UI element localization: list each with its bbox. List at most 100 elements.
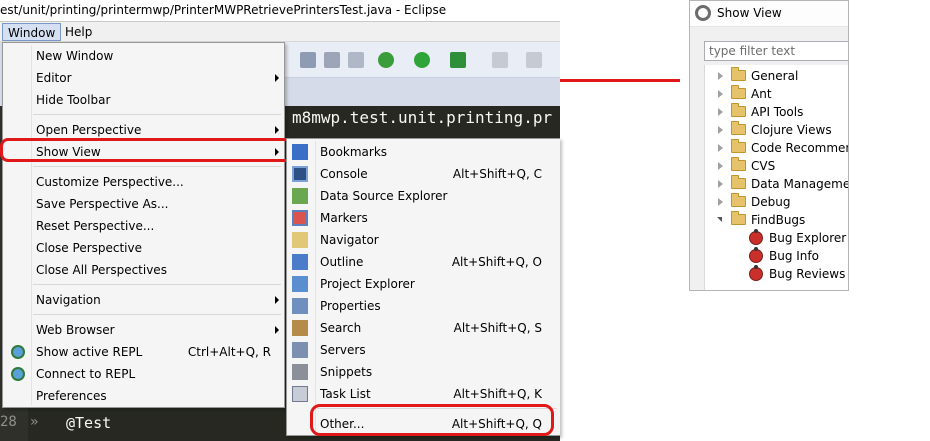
tree-node-clojure-views[interactable]: Clojure Views <box>705 121 848 139</box>
window-menu: New Window Editor Hide Toolbar Open Pers… <box>2 42 285 408</box>
tree-node-general[interactable]: General <box>705 67 848 85</box>
view-item-label: Console <box>320 167 368 181</box>
bug-icon <box>749 247 763 263</box>
menu-item-connect-repl[interactable]: Connect to REPL <box>3 363 284 385</box>
submenu-arrow-icon <box>275 296 279 304</box>
menu-item-save-perspective[interactable]: Save Perspective As... <box>3 193 284 215</box>
menu-separator <box>33 114 281 115</box>
folder-icon <box>731 139 746 153</box>
view-item-servers[interactable]: Servers <box>287 339 560 361</box>
view-item-data-source-explorer[interactable]: Data Source Explorer <box>287 185 560 207</box>
menu-item-customize-perspective[interactable]: Customize Perspective... <box>3 171 284 193</box>
view-item-label: Snippets <box>320 365 373 379</box>
tree-node-bug-explorer[interactable]: Bug Explorer <box>705 229 848 247</box>
expand-icon[interactable] <box>718 144 723 152</box>
tree-node-bug-info[interactable]: Bug Info <box>705 247 848 265</box>
view-item-task-list[interactable]: Task List Alt+Shift+Q, K <box>287 383 560 405</box>
submenu-arrow-icon <box>275 326 279 334</box>
menu-item-web-browser[interactable]: Web Browser <box>3 319 284 341</box>
menu-item-label: Hide Toolbar <box>36 93 111 107</box>
menu-item-close-perspective[interactable]: Close Perspective <box>3 237 284 259</box>
view-item-project-explorer[interactable]: Project Explorer <box>287 273 560 295</box>
console-icon <box>292 166 308 182</box>
outline-icon <box>292 254 308 270</box>
menu-window[interactable]: Window <box>2 23 62 41</box>
folder-icon <box>731 67 746 81</box>
menu-separator <box>33 166 281 167</box>
window-title: est/unit/printing/printermwp/PrinterMWPR… <box>0 0 560 22</box>
tree-node-data-management[interactable]: Data Management <box>705 175 848 193</box>
view-item-outline[interactable]: Outline Alt+Shift+Q, O <box>287 251 560 273</box>
menu-item-preferences[interactable]: Preferences <box>3 385 284 407</box>
run-icon[interactable] <box>414 52 430 68</box>
tree-node-label: Bug Explorer <box>769 231 847 245</box>
menu-item-reset-perspective[interactable]: Reset Perspective... <box>3 215 284 237</box>
package-declaration: m8mwp.test.unit.printing.pr <box>292 108 553 127</box>
tree-node-label: General <box>751 69 799 83</box>
view-item-markers[interactable]: Markers <box>287 207 560 229</box>
menu-item-navigation[interactable]: Navigation <box>3 289 284 311</box>
toolbar-tool-icon[interactable] <box>300 52 316 68</box>
tree-node-code-recommenders[interactable]: Code Recommend <box>705 139 848 157</box>
toolbar-paragraph-icon[interactable] <box>348 52 364 68</box>
collapse-icon[interactable] <box>717 217 722 222</box>
menu-item-label: Preferences <box>36 389 107 403</box>
expand-icon[interactable] <box>718 126 723 134</box>
view-item-bookmarks[interactable]: Bookmarks <box>287 141 560 163</box>
view-item-snippets[interactable]: Snippets <box>287 361 560 383</box>
tree-node-label: Clojure Views <box>751 123 832 137</box>
data-source-icon <box>292 188 308 204</box>
tree-node-api-tools[interactable]: API Tools <box>705 103 848 121</box>
expand-icon[interactable] <box>718 90 723 98</box>
tree-node-label: Debug <box>751 195 791 209</box>
expand-icon[interactable] <box>718 72 723 80</box>
view-item-label: Project Explorer <box>320 277 415 291</box>
menu-bar: Window Help <box>0 22 560 42</box>
tree-node-findbugs[interactable]: FindBugs <box>705 211 848 229</box>
fold-marker[interactable]: » <box>30 414 38 430</box>
tree-node-ant[interactable]: Ant <box>705 85 848 103</box>
expand-icon[interactable] <box>718 162 723 170</box>
project-explorer-icon <box>292 276 308 292</box>
tree-node-cvs[interactable]: CVS <box>705 157 848 175</box>
view-item-label: Bookmarks <box>320 145 388 159</box>
menu-item-show-active-repl[interactable]: Show active REPL Ctrl+Alt+Q, R <box>3 341 284 363</box>
bug-icon <box>749 265 763 281</box>
menu-item-hide-toolbar[interactable]: Hide Toolbar <box>3 89 284 111</box>
view-item-console[interactable]: Console Alt+Shift+Q, C <box>287 163 560 185</box>
menu-separator <box>33 284 281 285</box>
folder-icon <box>731 175 746 189</box>
expand-icon[interactable] <box>718 180 723 188</box>
filter-input[interactable]: type filter text <box>704 41 848 61</box>
view-tree: General Ant API Tools Clojure Views Code… <box>704 65 848 290</box>
tree-node-debug[interactable]: Debug <box>705 193 848 211</box>
menu-item-label: Connect to REPL <box>36 367 136 381</box>
toolbar-edit-icon[interactable] <box>324 52 340 68</box>
menu-item-accelerator: Ctrl+Alt+Q, R <box>187 345 271 359</box>
bookmarks-icon <box>292 144 308 160</box>
menu-item-new-window[interactable]: New Window <box>3 45 284 67</box>
tree-node-label: Code Recommend <box>751 141 848 155</box>
view-item-properties[interactable]: Properties <box>287 295 560 317</box>
expand-icon[interactable] <box>718 108 723 116</box>
tree-node-label: FindBugs <box>751 213 806 227</box>
properties-icon <box>292 298 308 314</box>
menu-item-editor[interactable]: Editor <box>3 67 284 89</box>
expand-icon[interactable] <box>718 198 723 206</box>
view-item-label: Markers <box>320 211 368 225</box>
coverage-icon[interactable] <box>450 52 466 68</box>
menu-item-label: Show active REPL <box>36 345 143 359</box>
debug-icon[interactable] <box>378 52 394 68</box>
view-item-navigator[interactable]: Navigator <box>287 229 560 251</box>
view-item-label: Search <box>320 321 362 335</box>
tree-node-bug-reviews[interactable]: Bug Reviews <box>705 265 848 283</box>
view-item-label: Properties <box>320 299 381 313</box>
menu-item-close-all-perspectives[interactable]: Close All Perspectives <box>3 259 284 281</box>
search-icon <box>292 320 308 336</box>
view-item-label: Task List <box>320 387 371 401</box>
view-item-search[interactable]: Search Alt+Shift+Q, S <box>287 317 560 339</box>
menu-item-label: Open Perspective <box>36 123 142 137</box>
folder-open-icon <box>731 211 746 225</box>
menu-help[interactable]: Help <box>60 23 97 41</box>
view-item-label: Navigator <box>320 233 379 247</box>
